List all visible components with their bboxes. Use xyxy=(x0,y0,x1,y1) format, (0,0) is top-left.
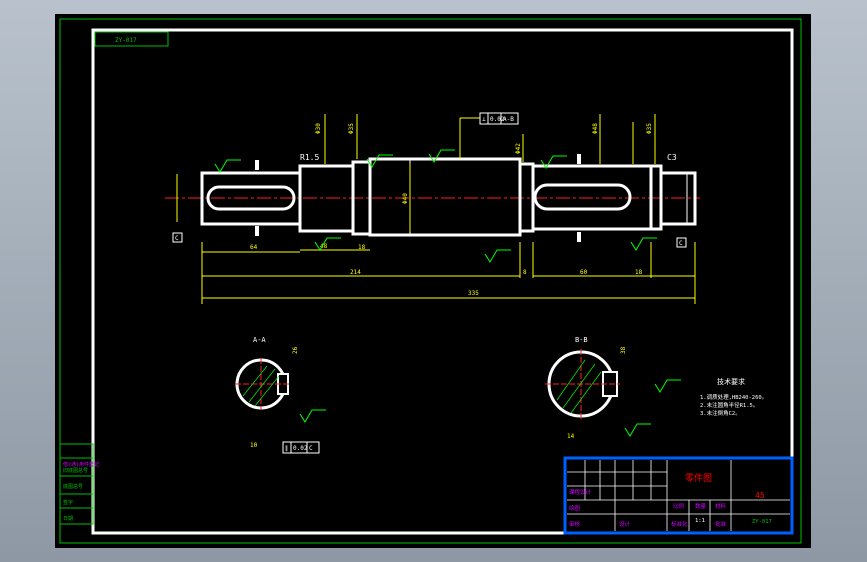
tb-checked: 审核 xyxy=(569,520,581,528)
tb-drawing-code: ZY-017 xyxy=(752,519,772,525)
shaft-outline xyxy=(200,157,697,237)
dim-d2: Φ35 xyxy=(348,123,355,134)
drawing-code: ZY-017 xyxy=(115,37,137,44)
note-line-2: 2.未注圆角半径R1.5。 xyxy=(700,401,758,409)
dim-len-f: 60 xyxy=(580,269,588,276)
dim-d4: Φ42 xyxy=(515,143,522,154)
chamfer-right: C3 xyxy=(667,153,677,162)
aa-tol-datum: C xyxy=(309,445,313,452)
aa-tol-value: 0.02 xyxy=(293,445,308,452)
notes-heading: 技术要求 xyxy=(717,377,745,386)
outer-border xyxy=(59,18,802,544)
tb-batch: 批准 xyxy=(715,520,727,528)
dim-len-c: 18 xyxy=(358,244,366,251)
engineering-drawing: ZY-017 借(通)用件登记 旧底图总号 底图总号 签字 日期 R1.5 C3… xyxy=(59,18,802,544)
section-aa-label: A-A xyxy=(253,336,266,344)
dim-len-e: 8 xyxy=(523,269,527,276)
title-block-title: 零件图 xyxy=(685,472,712,484)
side-table-3: 底图总号 xyxy=(63,483,83,490)
tb-material-value: 45 xyxy=(755,491,765,500)
chamfer-left: R1.5 xyxy=(300,153,319,162)
tb-quantity-header: 数量 xyxy=(695,502,707,510)
side-table-1: 借(通)用件登记 xyxy=(63,461,99,468)
section-bb-label: B-B xyxy=(575,336,588,344)
note-line-1: 1.调质处理,HB240-260。 xyxy=(700,393,767,401)
tb-standard: 标准化 xyxy=(671,520,688,528)
section-bb-width: 14 xyxy=(567,433,575,440)
cad-viewport[interactable]: ZY-017 借(通)用件登记 旧底图总号 底图总号 签字 日期 R1.5 C3… xyxy=(55,14,811,548)
tb-drawn: 绘图 xyxy=(569,504,581,512)
section-bb xyxy=(545,349,620,419)
note-line-3: 3.未注倒角C2。 xyxy=(700,409,741,417)
aa-tol-symbol: ∥ xyxy=(285,445,288,452)
dim-len-d: 214 xyxy=(350,269,361,276)
tb-scale-value: 1:1 xyxy=(695,518,705,524)
section-aa-depth: 26 xyxy=(292,346,299,354)
dim-len-g: 18 xyxy=(635,269,643,276)
dim-d1: Φ30 xyxy=(315,123,322,134)
dim-d3: Φ40 xyxy=(402,193,409,204)
side-table-5: 日期 xyxy=(63,516,73,522)
dim-total: 335 xyxy=(468,290,479,297)
datum-right: C xyxy=(679,240,683,247)
side-table-4: 签字 xyxy=(63,499,73,506)
datum-left: C xyxy=(175,235,179,242)
tb-school: 课程设计 xyxy=(569,488,592,496)
side-table-2: 旧底图总号 xyxy=(63,467,88,474)
dim-d5: Φ48 xyxy=(592,123,599,134)
tol-datum: A-B xyxy=(503,116,514,123)
dim-len-b: 64 xyxy=(250,244,258,251)
section-aa-width: 10 xyxy=(250,442,258,449)
tb-material-header: 材料 xyxy=(715,502,727,510)
tol-symbol: ⊥ xyxy=(482,116,486,123)
tb-designer: 设计 xyxy=(619,520,631,528)
section-aa xyxy=(235,358,291,410)
dim-d6: Φ35 xyxy=(646,123,653,134)
step-lines xyxy=(409,160,688,234)
tb-scale-header: 比例 xyxy=(673,502,685,510)
section-bb-depth: 38 xyxy=(620,346,627,354)
